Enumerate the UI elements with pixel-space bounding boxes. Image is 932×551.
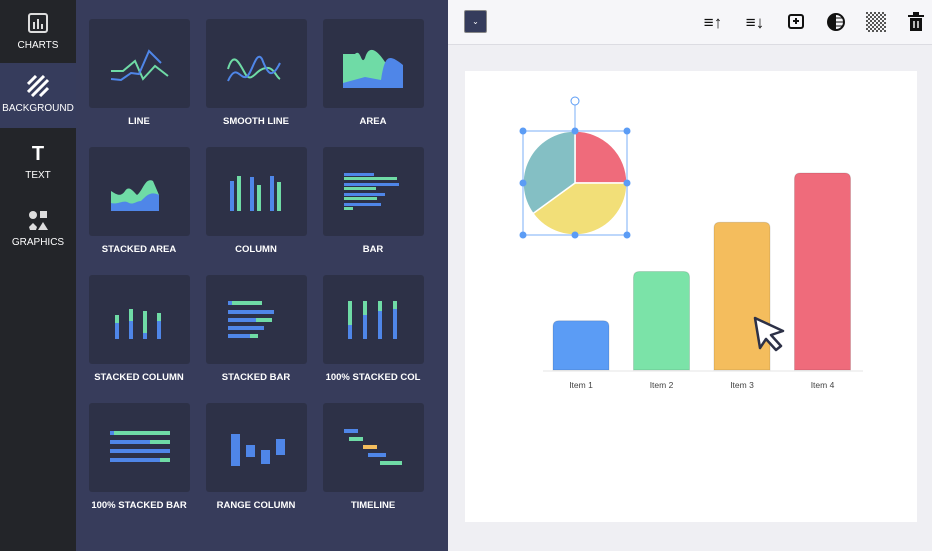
bar-4[interactable] bbox=[794, 172, 851, 371]
chart-type-smooth-line[interactable] bbox=[206, 19, 307, 108]
chart-type-line[interactable] bbox=[89, 19, 190, 108]
text-icon: T bbox=[31, 143, 45, 165]
resize-handle[interactable] bbox=[519, 179, 527, 187]
chart-type-label: STACKED BAR bbox=[221, 372, 291, 383]
range-column-thumbnail-icon bbox=[231, 434, 285, 466]
stacked-column-thumbnail-icon bbox=[115, 309, 161, 339]
shapes-icon bbox=[0, 209, 76, 233]
chart-type-bar[interactable] bbox=[323, 147, 424, 236]
timeline-thumbnail-icon bbox=[344, 429, 402, 465]
transparency-icon[interactable] bbox=[864, 12, 888, 34]
x-tick-label: Item 1 bbox=[569, 380, 593, 390]
chart-type-label: LINE bbox=[128, 116, 150, 127]
stacked-area-thumbnail-icon bbox=[111, 180, 159, 211]
chart-type-label: STACKED COLUMN bbox=[94, 372, 184, 383]
smooth-line-thumbnail-icon bbox=[227, 55, 281, 82]
stacked-bar-thumbnail-icon bbox=[228, 301, 274, 338]
chart-type-label: COLUMN bbox=[235, 244, 277, 255]
area-thumbnail-icon bbox=[343, 49, 403, 88]
column-thumbnail-icon bbox=[230, 176, 281, 211]
trash-icon[interactable] bbox=[904, 12, 928, 34]
chart-type-label: RANGE COLUMN bbox=[216, 500, 296, 511]
chart-type-label: 100% STACKED COL bbox=[325, 372, 421, 383]
resize-handle[interactable] bbox=[623, 179, 631, 187]
editor-area: ⌄ ≡↑ ≡↓ Item 1 Item 2 Item 3 Item 4 bbox=[448, 0, 932, 551]
sidebar-item-graphics[interactable]: GRAPHICS bbox=[0, 197, 76, 262]
resize-handle[interactable] bbox=[519, 231, 527, 239]
chart-type-stacked-column[interactable] bbox=[89, 275, 190, 364]
resize-handle[interactable] bbox=[571, 231, 579, 239]
chart-type-100pct-stacked-bar[interactable] bbox=[89, 403, 190, 492]
resize-handle[interactable] bbox=[571, 127, 579, 135]
resize-handle[interactable] bbox=[623, 231, 631, 239]
bar-2[interactable] bbox=[633, 271, 690, 371]
chart-type-label: AREA bbox=[359, 116, 387, 127]
sidebar-item-label: BACKGROUND bbox=[2, 103, 74, 114]
canvas[interactable]: Item 1 Item 2 Item 3 Item 4 bbox=[465, 71, 917, 522]
chart-type-timeline[interactable] bbox=[323, 403, 424, 492]
sidebar-item-charts[interactable]: CHARTS bbox=[0, 0, 76, 65]
bar-chart-icon bbox=[0, 12, 76, 36]
x-tick-label: Item 2 bbox=[649, 380, 674, 390]
chart-type-stacked-bar[interactable] bbox=[206, 275, 307, 364]
line-thumbnail-icon bbox=[110, 49, 169, 82]
x-tick-label: Item 3 bbox=[730, 380, 754, 390]
send-backward-icon[interactable]: ≡↓ bbox=[743, 12, 767, 34]
sidebar: CHARTS BACKGROUND T TEXT GRAPHICS bbox=[0, 0, 76, 551]
chart-type-label: 100% STACKED BAR bbox=[91, 500, 187, 511]
chart-type-100pct-stacked-col[interactable] bbox=[323, 275, 424, 364]
chart-type-panel: LINE SMOOTH LINE AREA STACKED AREA COLUMN BAR… bbox=[76, 0, 448, 551]
100pct-stacked-bar-thumbnail-icon bbox=[110, 431, 170, 462]
chart-type-label: TIMELINE bbox=[350, 500, 396, 511]
rotate-handle[interactable] bbox=[570, 96, 580, 106]
sidebar-item-text[interactable]: T TEXT bbox=[0, 130, 76, 195]
sidebar-item-label: CHARTS bbox=[17, 40, 59, 51]
chart-type-stacked-area[interactable] bbox=[89, 147, 190, 236]
x-tick-label: Item 4 bbox=[810, 380, 835, 390]
add-image-icon[interactable] bbox=[784, 12, 808, 34]
chart-type-area[interactable] bbox=[323, 19, 424, 108]
dropdown-button[interactable]: ⌄ bbox=[464, 10, 487, 33]
100pct-stacked-col-thumbnail-icon bbox=[348, 301, 397, 339]
bar-1[interactable] bbox=[552, 320, 610, 371]
stripes-icon bbox=[0, 74, 76, 99]
toolbar: ⌄ ≡↑ ≡↓ bbox=[448, 0, 932, 45]
resize-handle[interactable] bbox=[519, 127, 527, 135]
sidebar-item-background[interactable]: BACKGROUND bbox=[0, 63, 76, 128]
pie-slice-1[interactable] bbox=[574, 130, 628, 184]
bring-forward-icon[interactable]: ≡↑ bbox=[701, 12, 725, 34]
chart-type-label: STACKED AREA bbox=[101, 244, 177, 255]
bar-thumbnail-icon bbox=[344, 173, 399, 210]
chart-canvas[interactable] bbox=[465, 71, 917, 522]
chart-type-range-column[interactable] bbox=[206, 403, 307, 492]
sidebar-item-label: TEXT bbox=[25, 170, 51, 181]
chart-type-column[interactable] bbox=[206, 147, 307, 236]
resize-handle[interactable] bbox=[623, 127, 631, 135]
chart-type-label: BAR bbox=[362, 244, 384, 255]
chart-type-label: SMOOTH LINE bbox=[223, 116, 289, 127]
sidebar-item-label: GRAPHICS bbox=[11, 237, 65, 248]
chevron-down-icon: ⌄ bbox=[472, 17, 479, 26]
contrast-icon[interactable] bbox=[824, 12, 848, 34]
